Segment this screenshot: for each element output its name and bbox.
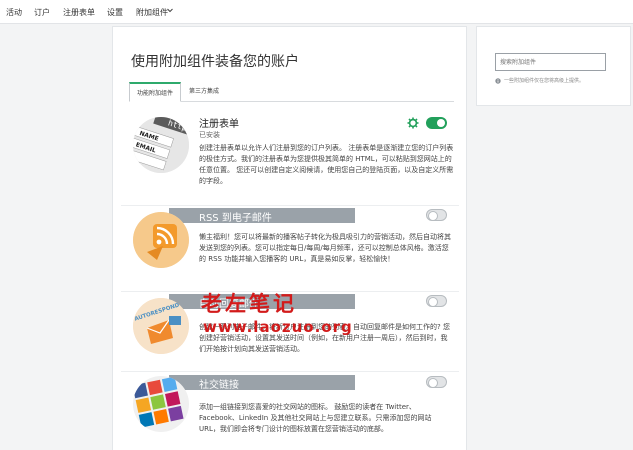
addon-signup-forms: http://g NAME EMAIL 注册表单 已安装 创建注册表单以允许人们… [121, 109, 459, 209]
rss-toggle[interactable] [426, 209, 447, 221]
nav-settings[interactable]: 设置 [107, 7, 123, 18]
gear-icon[interactable] [407, 117, 419, 129]
social-links-toggle[interactable] [426, 376, 447, 388]
addon-description: 添加一组链接到您喜爱的社交网站的图标。 鼓励您的读者在 Twitter、Face… [199, 403, 432, 433]
addon-search-card: 一些附加组件仅在您将高级上提供。 [476, 26, 631, 106]
page-title: 使用附加组件装备您的账户 [131, 54, 299, 70]
rss-image [133, 212, 189, 268]
top-nav: 活动 订户 注册表单 设置 附加组件 [0, 0, 633, 24]
search-addons-input[interactable] [495, 53, 606, 71]
nav-subscribers[interactable]: 订户 [34, 7, 50, 18]
signup-form-image: http://g NAME EMAIL [133, 117, 189, 173]
autoresponder-image: AUTORESPOND [133, 298, 189, 354]
autoresponder-toggle[interactable] [426, 295, 447, 307]
addon-social-links: 社交链接 添加一组链接到您喜爱的社交网站的图标。 鼓励您的读者在 Twitter… [121, 371, 459, 450]
addon-status: 已安装 [199, 131, 220, 139]
addon-name: 社交链接 [199, 380, 239, 391]
addons-card: 使用附加组件装备您的账户 功能附加组件 第三方集成 http://g NAME … [112, 26, 467, 450]
addon-title-band [169, 375, 355, 390]
addon-name: 注册表单 [199, 119, 239, 130]
addon-hint: 一些附加组件仅在您将高级上提供。 [504, 78, 585, 84]
watermark-url: www.laozuo.org [203, 318, 353, 336]
info-icon [495, 78, 501, 84]
tab-third-party[interactable]: 第三方集成 [183, 82, 225, 102]
watermark-title: 老左笔记 [201, 292, 297, 316]
addon-description: 创建注册表单以允许人们注册到您的订户列表。 注册表单是逐渐建立您的订户列表的极佳… [199, 144, 454, 185]
tab-feature-addons[interactable]: 功能附加组件 [129, 82, 181, 102]
addon-description: 懒主福利！您可以将最新的播客帖子转化为极具吸引力的营销活动，然后自动将其发送到您… [199, 233, 451, 263]
nav-addons[interactable]: 附加组件 [136, 7, 168, 18]
addon-tabs: 功能附加组件 第三方集成 [129, 82, 454, 102]
nav-signup-forms[interactable]: 注册表单 [63, 7, 95, 18]
nav-activity[interactable]: 活动 [6, 7, 22, 18]
chevron-down-icon[interactable] [166, 6, 174, 14]
social-links-image [133, 376, 189, 432]
signup-forms-toggle[interactable] [426, 117, 447, 129]
addon-rss-to-email: RSS 到电子邮件 懒主福利！您可以将最新的播客帖子转化为极具吸引力的营销活动，… [121, 205, 459, 285]
addon-name: RSS 到电子邮件 [199, 213, 272, 224]
